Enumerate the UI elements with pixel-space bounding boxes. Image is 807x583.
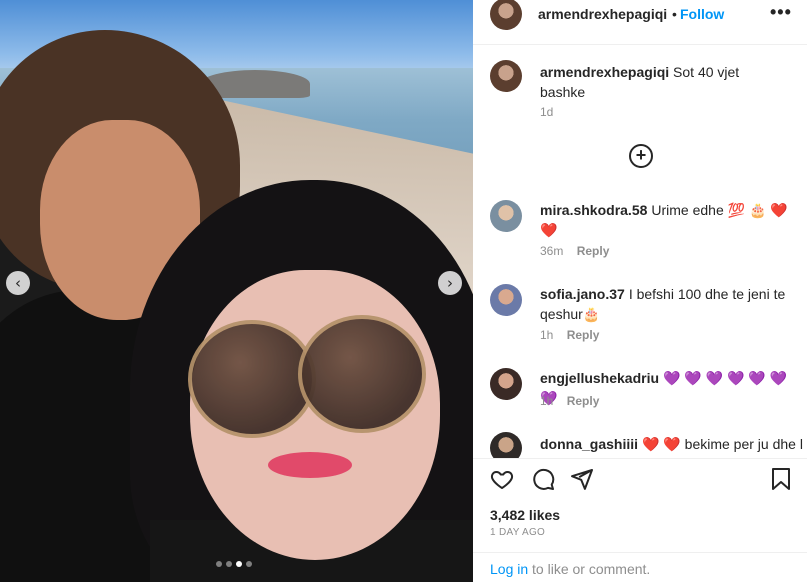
- login-prompt: Log in to like or comment.: [490, 561, 650, 577]
- comment-meta: 36m Reply: [540, 244, 609, 258]
- carousel-dot: [246, 561, 252, 567]
- caption-time: 1d: [540, 105, 554, 119]
- comment-body: donna_gashiiii ❤️ ❤️ bekime per ju dhe l: [540, 434, 803, 454]
- comment-username[interactable]: mira.shkodra.58: [540, 202, 647, 218]
- carousel-dot: [216, 561, 222, 567]
- comment-username[interactable]: engjellushekadriu: [540, 370, 659, 386]
- comment-avatar[interactable]: [490, 368, 522, 400]
- reply-button[interactable]: Reply: [567, 394, 600, 408]
- comment-text: ❤️ ❤️ bekime per ju dhe l: [642, 436, 803, 452]
- login-link[interactable]: Log in: [490, 561, 528, 577]
- carousel-next-button[interactable]: ›: [438, 271, 462, 295]
- post-photo[interactable]: ‹ ›: [0, 0, 473, 582]
- chevron-left-icon: ‹: [15, 274, 21, 292]
- post-date: 1 DAY AGO: [490, 527, 546, 538]
- header-separator: •: [672, 6, 677, 22]
- comment-avatar[interactable]: [490, 432, 522, 458]
- reply-button[interactable]: Reply: [577, 244, 610, 258]
- comment-item: donna_gashiiii ❤️ ❤️ bekime per ju dhe l: [473, 432, 807, 458]
- action-bar: [473, 458, 807, 499]
- author-username[interactable]: armendrexhepagiqi: [538, 6, 667, 22]
- heart-icon[interactable]: [490, 467, 514, 491]
- likes-count[interactable]: 3,482 likes: [490, 507, 560, 523]
- login-footer: Log in to like or comment.: [473, 552, 807, 583]
- carousel-prev-button[interactable]: ‹: [6, 271, 30, 295]
- comment-time: 36m: [540, 244, 564, 258]
- caption-username[interactable]: armendrexhepagiqi: [540, 64, 669, 80]
- reply-button[interactable]: Reply: [567, 328, 600, 342]
- comment-time: 1h: [540, 328, 554, 342]
- post-header: armendrexhepagiqi • Follow •••: [473, 0, 807, 45]
- photo-lips: [268, 452, 352, 478]
- comment-username[interactable]: sofia.jano.37: [540, 286, 625, 302]
- carousel-dot: [226, 561, 232, 567]
- follow-button[interactable]: Follow: [680, 6, 724, 22]
- comment-body: sofia.jano.37 I befshi 100 dhe te jeni te…: [540, 284, 790, 324]
- bookmark-icon[interactable]: [771, 467, 791, 491]
- chevron-right-icon: ›: [447, 274, 453, 292]
- author-avatar[interactable]: [490, 0, 522, 30]
- comment-icon[interactable]: [531, 467, 555, 491]
- comment-avatar[interactable]: [490, 200, 522, 232]
- post-side-panel: armendrexhepagiqi • Follow ••• armendrex…: [473, 0, 807, 582]
- carousel-dot: [236, 561, 242, 567]
- caption: armendrexhepagiqi Sot 40 vjet bashke: [540, 62, 770, 102]
- load-more-comments-icon[interactable]: +: [629, 144, 653, 168]
- more-options-icon[interactable]: •••: [770, 2, 792, 23]
- comment-time: 1h: [540, 394, 554, 408]
- comment-body: mira.shkodra.58 Urime edhe 💯 🎂 ❤️ ❤️: [540, 200, 790, 240]
- comment-avatar[interactable]: [490, 284, 522, 316]
- login-prompt-text: to like or comment.: [528, 561, 651, 577]
- caption-avatar[interactable]: [490, 60, 522, 92]
- share-icon[interactable]: [570, 467, 594, 491]
- sunglasses-right-lens: [298, 315, 426, 433]
- sunglasses-left-lens: [188, 320, 316, 438]
- comment-meta: 1h Reply: [540, 328, 599, 342]
- carousel-indicator: [216, 561, 252, 567]
- comment-meta: 1h Reply: [540, 394, 599, 408]
- comment-username[interactable]: donna_gashiiii: [540, 436, 638, 452]
